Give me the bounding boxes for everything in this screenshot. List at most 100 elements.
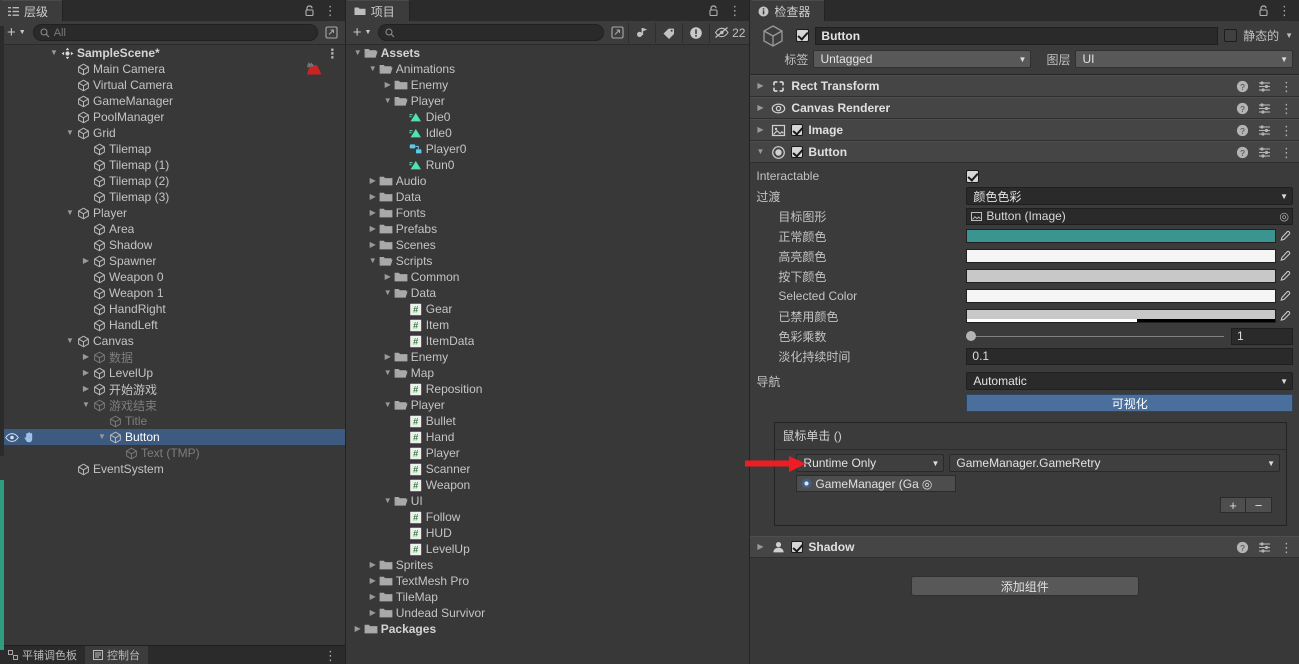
project-item-weapon[interactable]: ▶#Weapon bbox=[346, 477, 750, 493]
color-multiplier-slider[interactable] bbox=[966, 328, 1224, 344]
tab-inspector[interactable]: 检查器 bbox=[750, 0, 825, 21]
warning-icon[interactable] bbox=[682, 23, 709, 43]
onclick-mode-dropdown[interactable]: Runtime Only ▼ bbox=[796, 454, 944, 472]
project-item-common[interactable]: ▶Common bbox=[346, 269, 750, 285]
slider-knob[interactable] bbox=[966, 331, 976, 341]
hierarchy-item-weapon-0[interactable]: ▶Weapon 0 bbox=[0, 269, 345, 285]
lock-icon[interactable] bbox=[1258, 5, 1269, 17]
hierarchy-item-tilemap-1[interactable]: ▶Tilemap (1) bbox=[0, 157, 345, 173]
hierarchy-item-samplescene[interactable]: ▼SampleScene*⋮ bbox=[0, 45, 345, 61]
hierarchy-item-eventsystem[interactable]: ▶EventSystem bbox=[0, 461, 345, 477]
tab-project[interactable]: 项目 bbox=[346, 0, 410, 21]
project-item-hand[interactable]: ▶#Hand bbox=[346, 429, 750, 445]
static-dropdown-caret-icon[interactable]: ▼ bbox=[1285, 31, 1293, 40]
collapse-arrow-icon[interactable]: ▼ bbox=[64, 209, 76, 217]
project-item-levelup[interactable]: ▶#LevelUp bbox=[346, 541, 750, 557]
tab-hierarchy[interactable]: 层级 bbox=[0, 0, 63, 21]
hierarchy-item-area[interactable]: ▶Area bbox=[0, 221, 345, 237]
project-item-player[interactable]: ▼Player bbox=[346, 93, 750, 109]
transition-dropdown[interactable]: 颜色色彩 ▼ bbox=[966, 187, 1293, 205]
search-by-label-icon[interactable] bbox=[655, 23, 682, 43]
project-item-hud[interactable]: ▶#HUD bbox=[346, 525, 750, 541]
help-icon[interactable]: ? bbox=[1236, 541, 1249, 554]
project-item-gear[interactable]: ▶#Gear bbox=[346, 301, 750, 317]
collapse-arrow-icon[interactable]: ▼ bbox=[367, 65, 379, 73]
eyedropper-icon[interactable] bbox=[1279, 270, 1293, 282]
project-item-data[interactable]: ▼Data bbox=[346, 285, 750, 301]
collapse-arrow-icon[interactable]: ▼ bbox=[367, 257, 379, 265]
expand-arrow-icon[interactable]: ▶ bbox=[367, 593, 379, 601]
hierarchy-item-spawner[interactable]: ▶Spawner bbox=[0, 253, 345, 269]
object-enabled-checkbox[interactable] bbox=[796, 29, 809, 42]
project-item-animations[interactable]: ▼Animations bbox=[346, 61, 750, 77]
tag-dropdown[interactable]: Untagged ▼ bbox=[813, 50, 1031, 68]
hierarchy-item-tilemap-3[interactable]: ▶Tilemap (3) bbox=[0, 189, 345, 205]
hierarchy-item-[interactable]: ▶数据 bbox=[0, 349, 345, 365]
fade-duration-field[interactable]: 0.1 bbox=[966, 348, 1293, 365]
image-enabled-checkbox[interactable] bbox=[791, 124, 803, 136]
hierarchy-item-text-tmp[interactable]: ▶Text (TMP) bbox=[0, 445, 345, 461]
collapse-arrow-icon[interactable]: ▼ bbox=[754, 148, 766, 156]
project-item-player[interactable]: ▶#Player bbox=[346, 445, 750, 461]
interactable-checkbox[interactable] bbox=[966, 170, 979, 183]
project-item-scripts[interactable]: ▼Scripts bbox=[346, 253, 750, 269]
project-item-prefabs[interactable]: ▶Prefabs bbox=[346, 221, 750, 237]
expand-arrow-icon[interactable]: ▶ bbox=[382, 81, 394, 89]
hierarchy-item-grid[interactable]: ▼Grid bbox=[0, 125, 345, 141]
project-item-idle0[interactable]: ▶Idle0 bbox=[346, 125, 750, 141]
project-item-packages[interactable]: ▶Packages bbox=[346, 621, 750, 637]
project-item-run0[interactable]: ▶Run0 bbox=[346, 157, 750, 173]
expand-arrow-icon[interactable]: ▶ bbox=[754, 82, 766, 90]
help-icon[interactable]: ? bbox=[1236, 146, 1249, 159]
project-item-fonts[interactable]: ▶Fonts bbox=[346, 205, 750, 221]
component-header-shadow[interactable]: ▶ Shadow ? ⋮ bbox=[750, 536, 1299, 558]
project-filter-icon[interactable] bbox=[607, 26, 628, 39]
eyedropper-icon[interactable] bbox=[1279, 250, 1293, 262]
hierarchy-search-input[interactable]: All bbox=[33, 24, 318, 41]
bottom-menu-icon[interactable]: ⋮ bbox=[324, 646, 345, 664]
hierarchy-item-gamemanager[interactable]: ▶GameManager bbox=[0, 93, 345, 109]
create-object-button[interactable]: + ▼ bbox=[3, 25, 30, 40]
project-item-assets[interactable]: ▼Assets bbox=[346, 45, 750, 61]
project-item-undead-survivor[interactable]: ▶Undead Survivor bbox=[346, 605, 750, 621]
hand-icon[interactable] bbox=[23, 431, 36, 443]
expand-arrow-icon[interactable]: ▶ bbox=[352, 625, 364, 633]
selected-color-swatch[interactable] bbox=[966, 289, 1276, 303]
project-item-scanner[interactable]: ▶#Scanner bbox=[346, 461, 750, 477]
object-picker-icon[interactable]: ◎ bbox=[1279, 210, 1289, 223]
project-item-reposition[interactable]: ▶#Reposition bbox=[346, 381, 750, 397]
add-component-button[interactable]: 添加组件 bbox=[911, 576, 1139, 596]
collapse-arrow-icon[interactable]: ▼ bbox=[382, 401, 394, 409]
component-header-canvas-renderer[interactable]: ▶ Canvas Renderer ? ⋮ bbox=[750, 97, 1299, 119]
component-header-image[interactable]: ▶ Image ? ⋮ bbox=[750, 119, 1299, 141]
remove-event-button[interactable]: − bbox=[1246, 497, 1272, 513]
project-item-enemy[interactable]: ▶Enemy bbox=[346, 77, 750, 93]
project-item-item[interactable]: ▶#Item bbox=[346, 317, 750, 333]
expand-arrow-icon[interactable]: ▶ bbox=[80, 257, 92, 265]
expand-arrow-icon[interactable]: ▶ bbox=[80, 385, 92, 393]
inspector-menu-icon[interactable]: ⋮ bbox=[1278, 4, 1291, 17]
project-item-tilemap[interactable]: ▶TileMap bbox=[346, 589, 750, 605]
navigation-dropdown[interactable]: Automatic ▼ bbox=[966, 372, 1293, 390]
hierarchy-item-player[interactable]: ▼Player bbox=[0, 205, 345, 221]
preset-icon[interactable] bbox=[1258, 124, 1271, 137]
highlighted-color-swatch[interactable] bbox=[966, 249, 1276, 263]
add-event-button[interactable]: + bbox=[1220, 497, 1246, 513]
collapse-arrow-icon[interactable]: ▼ bbox=[48, 49, 60, 57]
target-graphic-objectfield[interactable]: Button (Image) ◎ bbox=[966, 208, 1293, 225]
collapse-arrow-icon[interactable]: ▼ bbox=[80, 401, 92, 409]
onclick-function-dropdown[interactable]: GameManager.GameRetry ▼ bbox=[949, 454, 1280, 472]
help-icon[interactable]: ? bbox=[1236, 124, 1249, 137]
hierarchy-item-[interactable]: ▼游戏结束 bbox=[0, 397, 345, 413]
project-item-data[interactable]: ▶Data bbox=[346, 189, 750, 205]
hierarchy-item-levelup[interactable]: ▶LevelUp bbox=[0, 365, 345, 381]
hierarchy-menu-icon[interactable]: ⋮ bbox=[324, 4, 337, 17]
lock-icon[interactable] bbox=[708, 5, 719, 17]
collapse-arrow-icon[interactable]: ▼ bbox=[64, 337, 76, 345]
project-item-die0[interactable]: ▶Die0 bbox=[346, 109, 750, 125]
project-tree[interactable]: ▼Assets▼Animations▶Enemy▼Player▶Die0▶Idl… bbox=[346, 45, 750, 664]
visualize-button[interactable]: 可视化 bbox=[966, 394, 1293, 412]
expand-arrow-icon[interactable]: ▶ bbox=[80, 353, 92, 361]
hierarchy-item-shadow[interactable]: ▶Shadow bbox=[0, 237, 345, 253]
expand-arrow-icon[interactable]: ▶ bbox=[754, 543, 766, 551]
